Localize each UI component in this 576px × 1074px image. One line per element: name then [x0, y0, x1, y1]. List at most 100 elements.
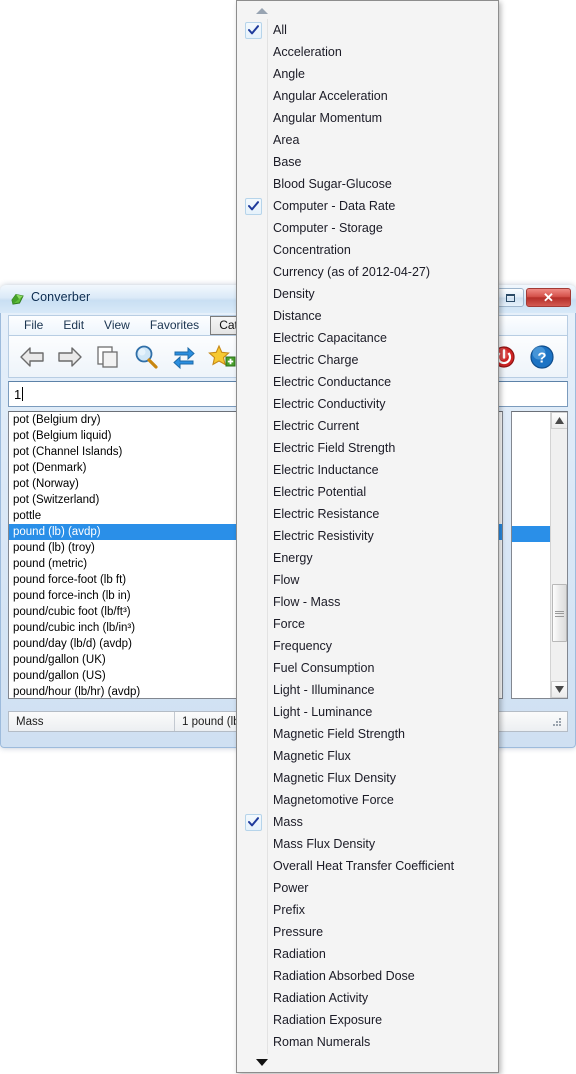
dropdown-item-label: Radiation Absorbed Dose — [273, 969, 415, 983]
dropdown-item[interactable]: Radiation Activity — [238, 987, 497, 1009]
dropdown-item[interactable]: All — [238, 19, 497, 41]
dropdown-item[interactable]: Concentration — [238, 239, 497, 261]
dropdown-item[interactable]: Light - Luminance — [238, 701, 497, 723]
dropdown-item-label: All — [273, 23, 287, 37]
right-list-scrollbar[interactable] — [550, 412, 567, 698]
dropdown-item[interactable]: Magnetic Field Strength — [238, 723, 497, 745]
dropdown-item[interactable]: Electric Current — [238, 415, 497, 437]
close-icon: ✕ — [543, 290, 554, 305]
dropdown-item[interactable]: Electric Resistivity — [238, 525, 497, 547]
close-button[interactable]: ✕ — [526, 288, 571, 307]
resize-grip[interactable] — [551, 716, 563, 728]
chevron-down-icon — [256, 1059, 268, 1066]
back-icon[interactable] — [17, 342, 47, 372]
forward-icon[interactable] — [55, 342, 85, 372]
dropdown-item[interactable]: Flow - Mass — [238, 591, 497, 613]
menu-item-view[interactable]: View — [95, 316, 139, 335]
dropdown-item[interactable]: Force — [238, 613, 497, 635]
dropdown-item[interactable]: Base — [238, 151, 497, 173]
checkmark-icon[interactable] — [244, 197, 262, 215]
dropdown-item-label: Electric Capacitance — [273, 331, 387, 345]
dropdown-item[interactable]: Mass Flux Density — [238, 833, 497, 855]
dropdown-item[interactable]: Currency (as of 2012-04-27) — [238, 261, 497, 283]
dropdown-scroll-up[interactable] — [238, 2, 497, 19]
menu-item-edit[interactable]: Edit — [54, 316, 93, 335]
unit-list-right[interactable] — [511, 411, 568, 699]
dropdown-item[interactable]: Overall Heat Transfer Coefficient — [238, 855, 497, 877]
dropdown-item[interactable]: Roman Numerals — [238, 1031, 497, 1053]
checkmark-icon[interactable] — [244, 813, 262, 831]
dropdown-item[interactable]: Mass — [238, 811, 497, 833]
dropdown-item[interactable]: Blood Sugar-Glucose — [238, 173, 497, 195]
chevron-up-icon — [256, 7, 268, 14]
dropdown-item-label: Angular Momentum — [273, 111, 383, 125]
dropdown-item-label: Electric Potential — [273, 485, 367, 499]
dropdown-item[interactable]: Magnetomotive Force — [238, 789, 497, 811]
category-dropdown[interactable]: All Acceleration Angle Angular Acceleration… — [236, 0, 499, 1073]
dropdown-item[interactable]: Radiation Absorbed Dose — [238, 965, 497, 987]
dropdown-item[interactable]: Computer - Storage — [238, 217, 497, 239]
dropdown-item-label: Overall Heat Transfer Coefficient — [273, 859, 455, 873]
dropdown-item[interactable]: Density — [238, 283, 497, 305]
dropdown-item[interactable]: Power — [238, 877, 497, 899]
dropdown-item[interactable]: Fuel Consumption — [238, 657, 497, 679]
dropdown-item[interactable]: Electric Field Strength — [238, 437, 497, 459]
dropdown-item[interactable]: Angular Acceleration — [238, 85, 497, 107]
dropdown-item-label: Concentration — [273, 243, 351, 257]
status-category: Mass — [9, 712, 175, 731]
dropdown-item-label: Pressure — [273, 925, 324, 939]
dropdown-item-label: Force — [273, 617, 305, 631]
dropdown-item[interactable]: Electric Charge — [238, 349, 497, 371]
dropdown-item-label: Electric Charge — [273, 353, 359, 367]
dropdown-item-label: Angle — [273, 67, 305, 81]
add-favorite-icon[interactable] — [207, 342, 237, 372]
text-caret — [22, 387, 24, 401]
dropdown-item[interactable]: Radiation — [238, 943, 497, 965]
dropdown-item[interactable]: Distance — [238, 305, 497, 327]
dropdown-item[interactable]: Electric Inductance — [238, 459, 497, 481]
dropdown-item-label: Electric Resistance — [273, 507, 380, 521]
dropdown-item[interactable]: Acceleration — [238, 41, 497, 63]
dropdown-item-label: Light - Luminance — [273, 705, 373, 719]
search-icon[interactable] — [131, 342, 161, 372]
help-icon[interactable]: ? — [527, 342, 557, 372]
dropdown-item-label: Flow - Mass — [273, 595, 341, 609]
dropdown-item[interactable]: Frequency — [238, 635, 497, 657]
dropdown-item[interactable]: Radiation Exposure — [238, 1009, 497, 1031]
dropdown-item-label: Currency (as of 2012-04-27) — [273, 265, 431, 279]
swap-icon[interactable] — [169, 342, 199, 372]
dropdown-item[interactable]: Electric Capacitance — [238, 327, 497, 349]
dropdown-item[interactable]: Light - Illuminance — [238, 679, 497, 701]
dropdown-item[interactable]: Prefix — [238, 899, 497, 921]
menu-item-file[interactable]: File — [15, 316, 52, 335]
dropdown-item[interactable]: Area — [238, 129, 497, 151]
dropdown-item[interactable]: Magnetic Flux — [238, 745, 497, 767]
restore-button[interactable] — [497, 288, 524, 307]
dropdown-item[interactable]: Electric Potential — [238, 481, 497, 503]
dropdown-item-label: Prefix — [273, 903, 305, 917]
svg-text:?: ? — [537, 349, 546, 366]
dropdown-item-label: Electric Conductance — [273, 375, 392, 389]
selected-row-right[interactable] — [512, 526, 551, 542]
dropdown-item[interactable]: Computer - Data Rate — [238, 195, 497, 217]
dropdown-item[interactable]: Electric Resistance — [238, 503, 497, 525]
copy-icon[interactable] — [93, 342, 123, 372]
dropdown-item[interactable]: Angular Momentum — [238, 107, 497, 129]
dropdown-item-label: Power — [273, 881, 309, 895]
dropdown-item[interactable]: Magnetic Flux Density — [238, 767, 497, 789]
dropdown-item[interactable]: Energy — [238, 547, 497, 569]
menu-item-favorites[interactable]: Favorites — [141, 316, 208, 335]
dropdown-item-label: Electric Current — [273, 419, 360, 433]
dropdown-item[interactable]: Angle — [238, 63, 497, 85]
scroll-up-button[interactable] — [551, 412, 567, 429]
dropdown-item-label: Radiation — [273, 947, 326, 961]
dropdown-scroll-down[interactable] — [238, 1054, 497, 1071]
scroll-thumb[interactable] — [552, 584, 567, 642]
checkmark-icon[interactable] — [244, 21, 262, 39]
dropdown-item-label: Computer - Storage — [273, 221, 383, 235]
dropdown-item[interactable]: Pressure — [238, 921, 497, 943]
scroll-down-button[interactable] — [551, 681, 567, 698]
dropdown-item[interactable]: Electric Conductivity — [238, 393, 497, 415]
dropdown-item[interactable]: Electric Conductance — [238, 371, 497, 393]
dropdown-item[interactable]: Flow — [238, 569, 497, 591]
